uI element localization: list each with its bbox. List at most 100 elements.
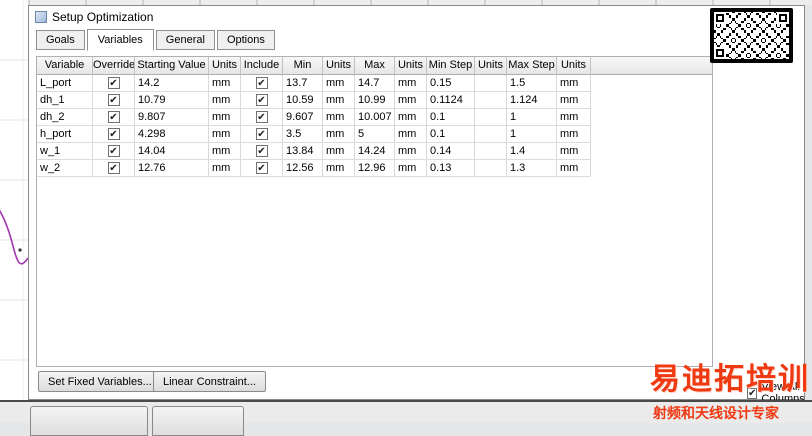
- include-checkbox[interactable]: ✔: [255, 162, 268, 174]
- column-header[interactable]: Units: [475, 57, 507, 75]
- max_units-cell[interactable]: mm: [395, 92, 427, 109]
- max_step_units-cell[interactable]: mm: [557, 92, 591, 109]
- max-cell[interactable]: 5: [355, 126, 395, 143]
- units-cell[interactable]: mm: [209, 75, 241, 92]
- min-cell[interactable]: 9.607: [283, 109, 323, 126]
- override-checkbox[interactable]: ✔: [107, 128, 120, 140]
- max_step-cell[interactable]: 1.124: [507, 92, 557, 109]
- units-cell[interactable]: mm: [209, 92, 241, 109]
- include-checkbox-cell[interactable]: ✔: [241, 143, 283, 160]
- table-row[interactable]: dh_2 ✔ 9.807 mm ✔ 9.607 mm 10.007 mm 0.1 1 mm: [37, 109, 712, 126]
- min-cell[interactable]: 12.56: [283, 160, 323, 177]
- units-cell[interactable]: mm: [209, 126, 241, 143]
- max_step-cell[interactable]: 1: [507, 109, 557, 126]
- override-checkbox[interactable]: ✔: [107, 94, 120, 106]
- variable-cell[interactable]: h_port: [37, 126, 93, 143]
- variable-cell[interactable]: dh_2: [37, 109, 93, 126]
- max_step-cell[interactable]: 1.4: [507, 143, 557, 160]
- min_step_units-cell[interactable]: [475, 75, 507, 92]
- column-header[interactable]: Min Step: [427, 57, 475, 75]
- starting_value-cell[interactable]: 12.76: [135, 160, 209, 177]
- cutoff-button[interactable]: [30, 406, 148, 436]
- override-checkbox[interactable]: ✔: [107, 77, 120, 89]
- units-cell[interactable]: mm: [209, 109, 241, 126]
- min_step-cell[interactable]: 0.1124: [427, 92, 475, 109]
- max-cell[interactable]: 14.7: [355, 75, 395, 92]
- include-checkbox[interactable]: ✔: [255, 111, 268, 123]
- include-checkbox-cell[interactable]: ✔: [241, 126, 283, 143]
- column-header[interactable]: Variable: [37, 57, 93, 75]
- min-cell[interactable]: 3.5: [283, 126, 323, 143]
- variable-cell[interactable]: w_1: [37, 143, 93, 160]
- starting_value-cell[interactable]: 14.04: [135, 143, 209, 160]
- override-checkbox-cell[interactable]: ✔: [93, 109, 135, 126]
- max_step_units-cell[interactable]: mm: [557, 160, 591, 177]
- min-cell[interactable]: 13.7: [283, 75, 323, 92]
- column-header[interactable]: Max Step: [507, 57, 557, 75]
- min_units-cell[interactable]: mm: [323, 75, 355, 92]
- column-header[interactable]: Units: [557, 57, 591, 75]
- column-header[interactable]: Max: [355, 57, 395, 75]
- override-checkbox-cell[interactable]: ✔: [93, 160, 135, 177]
- tab-goals[interactable]: Goals: [36, 30, 85, 50]
- column-header[interactable]: Include: [241, 57, 283, 75]
- table-row[interactable]: w_2 ✔ 12.76 mm ✔ 12.56 mm 12.96 mm 0.13 1.3 mm: [37, 160, 712, 177]
- table-row[interactable]: h_port ✔ 4.298 mm ✔ 3.5 mm 5 mm 0.1 1 mm: [37, 126, 712, 143]
- override-checkbox-cell[interactable]: ✔: [93, 126, 135, 143]
- include-checkbox-cell[interactable]: ✔: [241, 160, 283, 177]
- min-cell[interactable]: 13.84: [283, 143, 323, 160]
- max-cell[interactable]: 10.99: [355, 92, 395, 109]
- variable-cell[interactable]: L_port: [37, 75, 93, 92]
- max_step-cell[interactable]: 1.5: [507, 75, 557, 92]
- starting_value-cell[interactable]: 10.79: [135, 92, 209, 109]
- column-header[interactable]: Min: [283, 57, 323, 75]
- min_units-cell[interactable]: mm: [323, 143, 355, 160]
- dialog-titlebar[interactable]: Setup Optimization: [29, 6, 804, 28]
- include-checkbox-cell[interactable]: ✔: [241, 109, 283, 126]
- include-checkbox[interactable]: ✔: [255, 94, 268, 106]
- min_units-cell[interactable]: mm: [323, 126, 355, 143]
- min_step-cell[interactable]: 0.13: [427, 160, 475, 177]
- tab-variables[interactable]: Variables: [86, 29, 154, 51]
- max_step_units-cell[interactable]: mm: [557, 109, 591, 126]
- tab-general[interactable]: General: [155, 30, 215, 50]
- min_step_units-cell[interactable]: [475, 92, 507, 109]
- column-header[interactable]: Units: [209, 57, 241, 75]
- min_step_units-cell[interactable]: [475, 109, 507, 126]
- max_step_units-cell[interactable]: mm: [557, 126, 591, 143]
- override-checkbox[interactable]: ✔: [107, 162, 120, 174]
- variable-cell[interactable]: w_2: [37, 160, 93, 177]
- linear-constraint-button[interactable]: Linear Constraint...: [153, 371, 266, 392]
- column-header[interactable]: Units: [323, 57, 355, 75]
- min_step_units-cell[interactable]: [475, 143, 507, 160]
- min_step-cell[interactable]: 0.14: [427, 143, 475, 160]
- include-checkbox[interactable]: ✔: [255, 145, 268, 157]
- min_step_units-cell[interactable]: [475, 160, 507, 177]
- min-cell[interactable]: 10.59: [283, 92, 323, 109]
- table-row[interactable]: dh_1 ✔ 10.79 mm ✔ 10.59 mm 10.99 mm 0.1124 1.124 mm: [37, 92, 712, 109]
- override-checkbox-cell[interactable]: ✔: [93, 143, 135, 160]
- override-checkbox[interactable]: ✔: [107, 111, 120, 123]
- starting_value-cell[interactable]: 9.807: [135, 109, 209, 126]
- max_step_units-cell[interactable]: mm: [557, 143, 591, 160]
- column-header[interactable]: Override: [93, 57, 135, 75]
- max_units-cell[interactable]: mm: [395, 143, 427, 160]
- tab-options[interactable]: Options: [216, 30, 275, 50]
- starting_value-cell[interactable]: 4.298: [135, 126, 209, 143]
- units-cell[interactable]: mm: [209, 160, 241, 177]
- min_step_units-cell[interactable]: [475, 126, 507, 143]
- units-cell[interactable]: mm: [209, 143, 241, 160]
- include-checkbox-cell[interactable]: ✔: [241, 75, 283, 92]
- set-fixed-variables-button[interactable]: Set Fixed Variables...: [38, 371, 162, 392]
- min_units-cell[interactable]: mm: [323, 92, 355, 109]
- variables-table[interactable]: Variable Override Starting Value Units Inclu…: [36, 56, 713, 367]
- min_step-cell[interactable]: 0.1: [427, 109, 475, 126]
- table-row[interactable]: L_port ✔ 14.2 mm ✔ 13.7 mm 14.7 mm 0.15 1.5 mm: [37, 75, 712, 92]
- max_units-cell[interactable]: mm: [395, 75, 427, 92]
- table-row[interactable]: w_1 ✔ 14.04 mm ✔ 13.84 mm 14.24 mm 0.14 1.4 mm: [37, 143, 712, 160]
- variable-cell[interactable]: dh_1: [37, 92, 93, 109]
- max_step-cell[interactable]: 1: [507, 126, 557, 143]
- min_step-cell[interactable]: 0.1: [427, 126, 475, 143]
- column-header[interactable]: Starting Value: [135, 57, 209, 75]
- max_units-cell[interactable]: mm: [395, 126, 427, 143]
